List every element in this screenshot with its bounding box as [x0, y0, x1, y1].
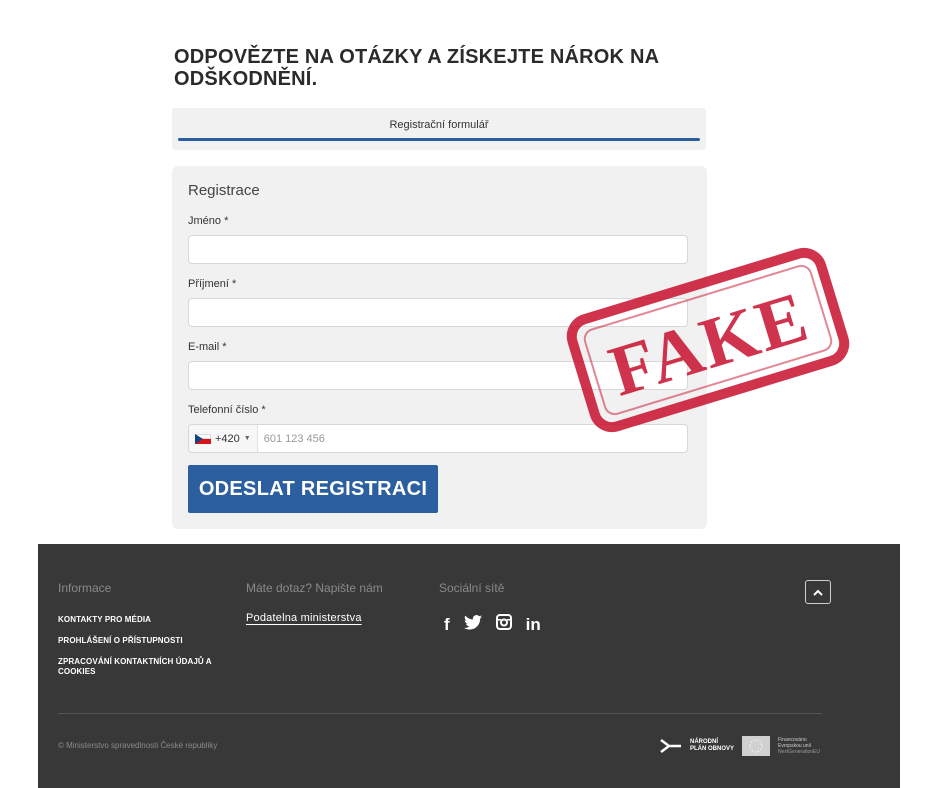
npo-logo-text: NÁRODNÍ PLÁN OBNOVY [690, 739, 735, 752]
country-code-select[interactable]: +420 ▼ [189, 425, 258, 452]
czech-flag-icon [195, 433, 211, 444]
instagram-icon[interactable] [495, 614, 512, 635]
footer-divider [58, 713, 822, 714]
chevron-down-icon: ▼ [243, 435, 251, 442]
footer-contact-link[interactable]: Podatelna ministerstva [246, 612, 362, 624]
eu-funding-text: Financováno Evropskou unií NextGeneratio… [778, 737, 820, 755]
eu-flag-icon [742, 736, 771, 756]
footer-contact-heading: Máte dotaz? Napište nám [246, 581, 383, 595]
linkedin-icon[interactable]: in [526, 615, 541, 635]
footer-link-media[interactable]: KONTAKTY PRO MÉDIA [58, 615, 151, 625]
twitter-icon[interactable] [463, 614, 482, 635]
footer-link-cookies[interactable]: ZPRACOVÁNÍ KONTAKTNÍCH ÚDAJŮ A COOKIES [58, 657, 228, 677]
submit-registration-button[interactable]: ODESLAT REGISTRACI [188, 465, 438, 513]
email-label: E-mail * [188, 341, 227, 353]
social-links: f in [444, 614, 541, 635]
page-title: ODPOVĚZTE NA OTÁZKY A ZÍSKEJTE NÁROK NA … [174, 46, 659, 90]
form-title: Registrace [188, 182, 260, 199]
fake-stamp: FAKE [566, 247, 850, 433]
phone-label: Telefonní číslo * [188, 404, 266, 416]
chevron-up-icon [813, 589, 823, 596]
country-code: +420 [215, 432, 240, 445]
facebook-icon[interactable]: f [444, 615, 450, 635]
footer-link-accessibility[interactable]: PROHLÁŠENÍ O PŘÍSTUPNOSTI [58, 636, 183, 646]
copyright-text: © Ministerstvo spravedlnosti České repub… [58, 741, 218, 750]
form-stepper: Registrační formulář [172, 108, 706, 150]
last-name-label: Příjmení * [188, 278, 237, 290]
footer-social-heading: Sociální sítě [439, 581, 505, 595]
stamp-text: FAKE [601, 276, 818, 412]
footer-info-heading: Informace [58, 581, 112, 595]
scroll-to-top-button[interactable] [805, 580, 831, 604]
stepper-progress-bar [178, 138, 700, 141]
first-name-label: Jméno * [188, 215, 229, 227]
npo-logo-icon [660, 739, 681, 753]
funding-logos: NÁRODNÍ PLÁN OBNOVY Financováno Evropsko… [660, 736, 820, 756]
stepper-label: Registrační formulář [389, 119, 489, 131]
